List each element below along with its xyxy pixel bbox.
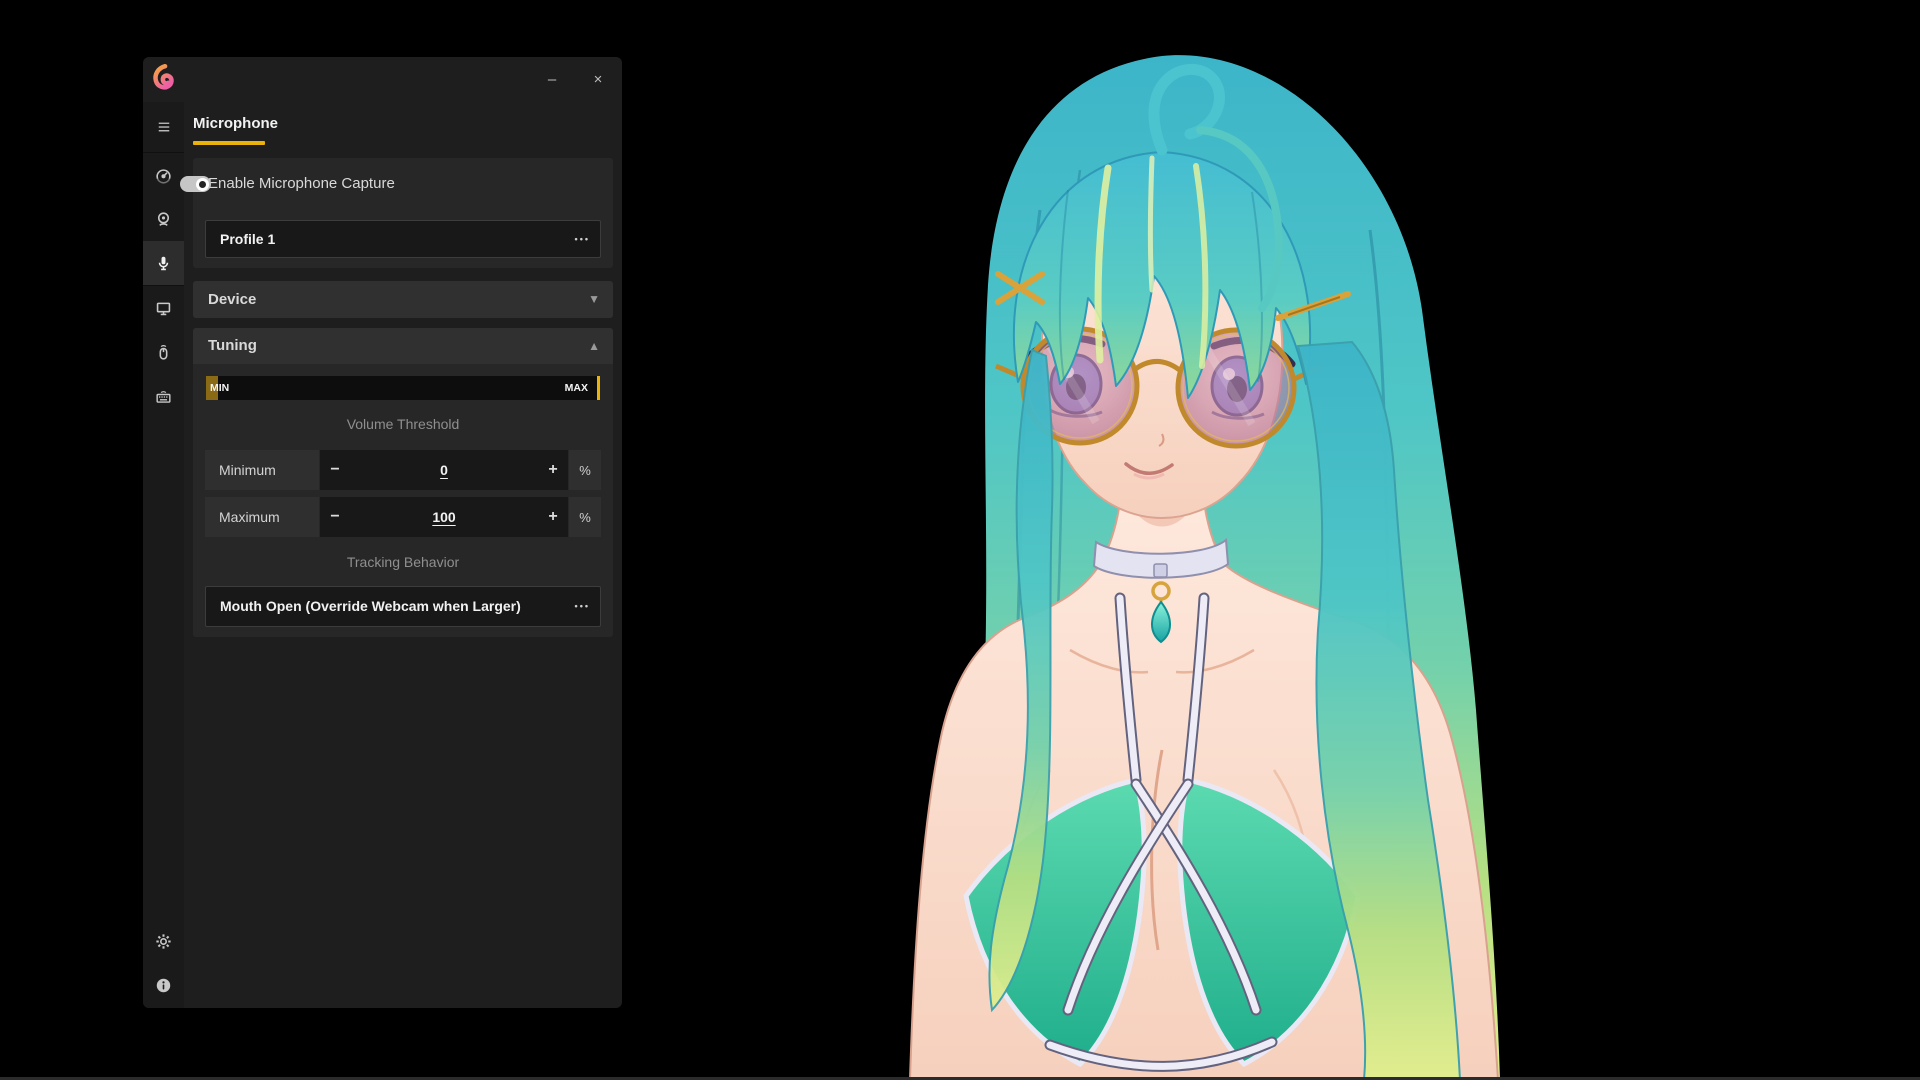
minimum-increase-button[interactable]: + <box>538 461 568 479</box>
minimum-value[interactable]: 0 <box>350 462 538 478</box>
gear-icon <box>154 932 173 951</box>
settings-window: – × <box>143 57 622 1008</box>
sidebar-item-mouse[interactable] <box>143 330 184 374</box>
minimum-unit: % <box>569 450 601 490</box>
minimum-label: Minimum <box>205 450 319 490</box>
maximum-decrease-button[interactable]: − <box>320 508 350 526</box>
menu-button[interactable] <box>143 105 184 149</box>
maximum-label: Maximum <box>205 497 319 537</box>
vtuber-avatar <box>900 50 1540 1080</box>
enable-capture-label: Enable Microphone Capture <box>208 158 395 210</box>
sidebar-item-settings[interactable] <box>143 919 184 963</box>
tab-active-underline <box>193 141 265 145</box>
sidebar-item-webcam[interactable] <box>143 197 184 241</box>
microphone-icon <box>154 254 173 273</box>
monitor-icon <box>154 299 173 318</box>
chevron-up-icon: ▲ <box>588 328 600 364</box>
minimize-button[interactable]: – <box>537 67 567 93</box>
tab-microphone[interactable]: Microphone <box>193 115 278 132</box>
info-icon <box>154 976 173 995</box>
tracking-behavior-value: Mouth Open (Override Webcam when Larger) <box>220 587 521 626</box>
sidebar <box>143 102 184 1008</box>
tracking-behavior-title: Tracking Behavior <box>193 554 613 570</box>
meter-max-marker <box>597 376 600 400</box>
toggle-knob <box>196 178 209 191</box>
meter-max-label: MAX <box>565 376 588 400</box>
mic-level-meter[interactable]: MIN MAX <box>206 376 600 400</box>
tuning-section: Tuning ▲ MIN MAX Volume Threshold Minimu… <box>193 328 613 637</box>
threshold-row-minimum: Minimum − 0 + % <box>205 450 601 490</box>
profile-more-button[interactable]: ••• <box>575 221 590 257</box>
sidebar-item-about[interactable] <box>143 963 184 1007</box>
meter-min-label: MIN <box>210 376 229 400</box>
mic-capture-card: Enable Microphone Capture Profile 1 ••• <box>193 158 613 268</box>
device-section-label: Device <box>208 281 256 318</box>
mouse-icon <box>154 343 173 362</box>
device-section-header[interactable]: Device ▼ <box>193 281 613 318</box>
maximum-value[interactable]: 100 <box>350 509 538 525</box>
tracking-behavior-selector[interactable]: Mouth Open (Override Webcam when Larger)… <box>205 586 601 627</box>
tuning-section-header[interactable]: Tuning ▲ <box>193 328 613 364</box>
sidebar-item-dashboard[interactable] <box>143 153 184 197</box>
threshold-row-maximum: Maximum − 100 + % <box>205 497 601 537</box>
gauge-icon <box>154 166 173 185</box>
desktop: { "window": { "controls": { "minimize": … <box>0 0 1920 1080</box>
maximum-increase-button[interactable]: + <box>538 508 568 526</box>
enable-capture-toggle[interactable] <box>180 176 211 192</box>
minimum-stepper: − 0 + <box>320 450 568 490</box>
app-logo <box>150 63 178 91</box>
volume-threshold-title: Volume Threshold <box>193 416 613 432</box>
titlebar: – × <box>143 57 622 102</box>
maximum-unit: % <box>569 497 601 537</box>
sidebar-item-keyboard[interactable] <box>143 374 184 418</box>
chevron-down-icon: ▼ <box>588 281 600 318</box>
profile-selector[interactable]: Profile 1 ••• <box>205 220 601 258</box>
sidebar-item-display[interactable] <box>143 286 184 330</box>
keyboard-icon <box>154 387 173 406</box>
hamburger-icon <box>155 118 173 136</box>
tuning-section-label: Tuning <box>208 328 257 364</box>
profile-value: Profile 1 <box>220 221 275 257</box>
close-button[interactable]: × <box>583 67 613 93</box>
maximum-stepper: − 100 + <box>320 497 568 537</box>
sidebar-item-microphone[interactable] <box>143 241 184 285</box>
tracking-behavior-more-button[interactable]: ••• <box>575 587 590 626</box>
minimum-decrease-button[interactable]: − <box>320 461 350 479</box>
content: Microphone Enable Microphone Capture Pro… <box>184 102 622 1008</box>
webcam-icon <box>154 210 173 229</box>
